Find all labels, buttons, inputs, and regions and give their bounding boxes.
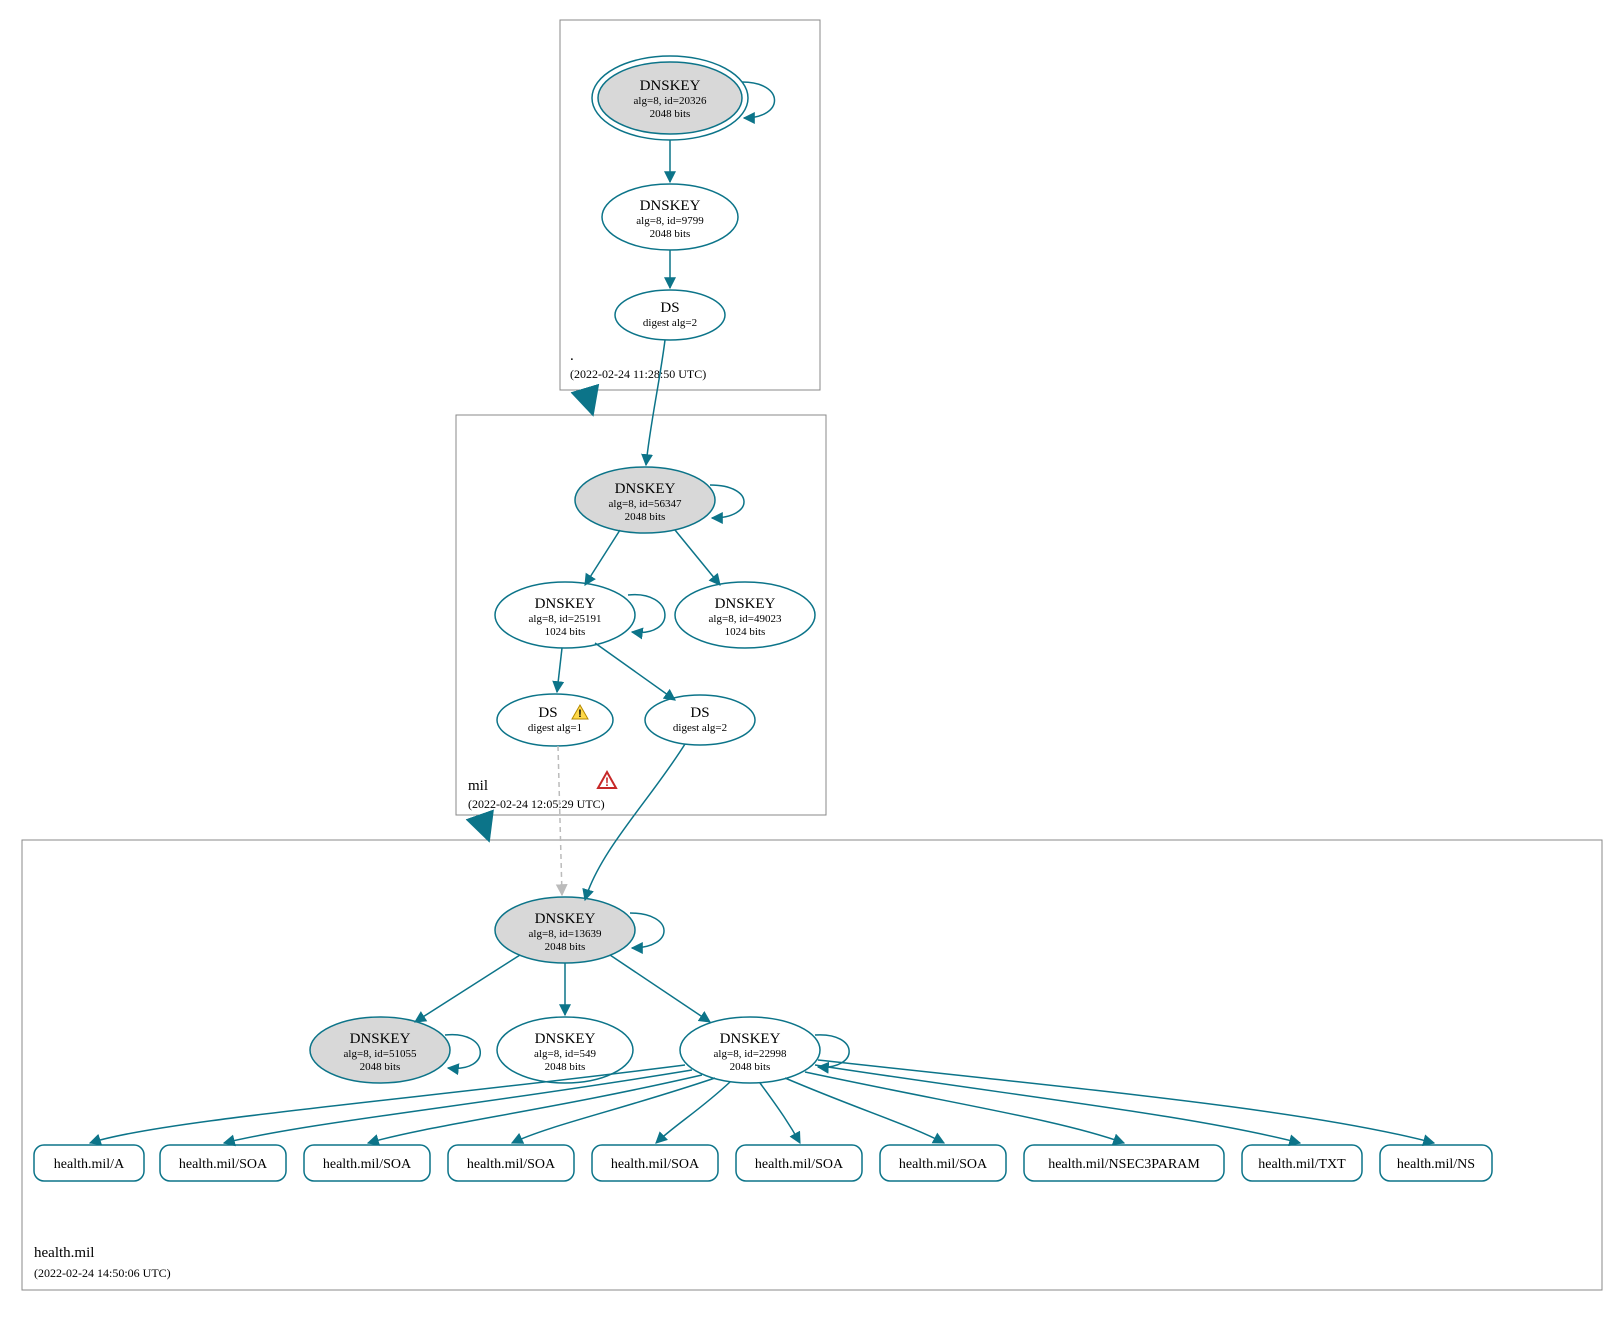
- svg-text:alg=8, id=56347: alg=8, id=56347: [609, 498, 682, 510]
- svg-text:2048 bits: 2048 bits: [730, 1061, 771, 1073]
- svg-text:alg=8, id=13639: alg=8, id=13639: [529, 928, 602, 940]
- node-mil-dnskey-b: DNSKEY alg=8, id=49023 1024 bits: [675, 582, 815, 648]
- rrset-5: health.mil/SOA: [736, 1145, 862, 1181]
- edge-delegation-root-to-mil: [586, 392, 592, 412]
- svg-text:health.mil/SOA: health.mil/SOA: [467, 1157, 556, 1172]
- node-mil-dnskey-a: DNSKEY alg=8, id=25191 1024 bits: [495, 582, 635, 648]
- svg-text:health.mil/SOA: health.mil/SOA: [755, 1157, 844, 1172]
- svg-text:digest alg=2: digest alg=2: [643, 317, 697, 329]
- svg-text:DS: DS: [538, 705, 557, 721]
- svg-text:health.mil/TXT: health.mil/TXT: [1258, 1157, 1346, 1172]
- rrset-2: health.mil/SOA: [304, 1145, 430, 1181]
- svg-text:DNSKEY: DNSKEY: [720, 1031, 781, 1047]
- svg-text:DNSKEY: DNSKEY: [535, 596, 596, 612]
- zone-health-time: (2022-02-24 14:50:06 UTC): [34, 1266, 171, 1280]
- svg-text:DNSKEY: DNSKEY: [535, 911, 596, 927]
- svg-text:1024 bits: 1024 bits: [545, 626, 586, 638]
- rrset-6: health.mil/SOA: [880, 1145, 1006, 1181]
- zone-root-time: (2022-02-24 11:28:50 UTC): [570, 367, 706, 381]
- zone-health-label: health.mil: [34, 1245, 94, 1261]
- svg-text:alg=8, id=51055: alg=8, id=51055: [344, 1048, 417, 1060]
- svg-text:DNSKEY: DNSKEY: [715, 596, 776, 612]
- svg-text:DNSKEY: DNSKEY: [640, 198, 701, 214]
- dnssec-diagram: . (2022-02-24 11:28:50 UTC) DNSKEY alg=8…: [10, 10, 1607, 1313]
- svg-text:DS: DS: [660, 300, 679, 316]
- rrset-4: health.mil/SOA: [592, 1145, 718, 1181]
- svg-text:alg=8, id=22998: alg=8, id=22998: [714, 1048, 787, 1060]
- node-health-dnskey-ksk: DNSKEY alg=8, id=13639 2048 bits: [495, 897, 635, 963]
- svg-text:2048 bits: 2048 bits: [545, 941, 586, 953]
- svg-text:1024 bits: 1024 bits: [725, 626, 766, 638]
- svg-text:2048 bits: 2048 bits: [625, 511, 666, 523]
- svg-text:alg=8, id=9799: alg=8, id=9799: [636, 215, 704, 227]
- svg-text:alg=8, id=49023: alg=8, id=49023: [709, 613, 782, 625]
- svg-text:health.mil/NSEC3PARAM: health.mil/NSEC3PARAM: [1048, 1157, 1200, 1172]
- node-root-dnskey-zsk: DNSKEY alg=8, id=9799 2048 bits: [602, 184, 738, 250]
- zone-root-label: .: [570, 348, 574, 364]
- svg-text:health.mil/SOA: health.mil/SOA: [899, 1157, 988, 1172]
- node-mil-ds-ok: DS digest alg=2: [645, 695, 755, 745]
- svg-text:health.mil/NS: health.mil/NS: [1397, 1157, 1475, 1172]
- node-root-ds: DS digest alg=2: [615, 290, 725, 340]
- node-health-dnskey-c: DNSKEY alg=8, id=22998 2048 bits: [680, 1017, 820, 1083]
- svg-text:2048 bits: 2048 bits: [650, 108, 691, 120]
- svg-text:health.mil/SOA: health.mil/SOA: [611, 1157, 700, 1172]
- rrset-3: health.mil/SOA: [448, 1145, 574, 1181]
- svg-text:digest alg=2: digest alg=2: [673, 722, 727, 734]
- svg-text:health.mil/SOA: health.mil/SOA: [179, 1157, 268, 1172]
- node-health-dnskey-a: DNSKEY alg=8, id=51055 2048 bits: [310, 1017, 450, 1083]
- svg-text:DNSKEY: DNSKEY: [535, 1031, 596, 1047]
- svg-text:DNSKEY: DNSKEY: [615, 481, 676, 497]
- svg-text:DNSKEY: DNSKEY: [350, 1031, 411, 1047]
- svg-text:2048 bits: 2048 bits: [360, 1061, 401, 1073]
- svg-text:2048 bits: 2048 bits: [545, 1061, 586, 1073]
- rrset-7: health.mil/NSEC3PARAM: [1024, 1145, 1224, 1181]
- svg-text:DNSKEY: DNSKEY: [640, 78, 701, 94]
- svg-text:health.mil/A: health.mil/A: [54, 1157, 125, 1172]
- rrset-1: health.mil/SOA: [160, 1145, 286, 1181]
- rrset-0: health.mil/A: [34, 1145, 144, 1181]
- node-health-dnskey-b: DNSKEY alg=8, id=549 2048 bits: [497, 1017, 633, 1083]
- node-root-dnskey-ksk: DNSKEY alg=8, id=20326 2048 bits: [592, 56, 748, 140]
- edge-delegation-mil-to-health: [481, 818, 488, 838]
- zone-mil-time: (2022-02-24 12:05:29 UTC): [468, 797, 605, 811]
- node-mil-dnskey-ksk: DNSKEY alg=8, id=56347 2048 bits: [575, 467, 715, 533]
- svg-text:alg=8, id=20326: alg=8, id=20326: [634, 95, 707, 107]
- svg-text:2048 bits: 2048 bits: [650, 228, 691, 240]
- zone-mil-label: mil: [468, 778, 488, 794]
- svg-text:health.mil/SOA: health.mil/SOA: [323, 1157, 412, 1172]
- svg-text:!: !: [578, 708, 582, 720]
- svg-text:DS: DS: [690, 705, 709, 721]
- svg-text:digest alg=1: digest alg=1: [528, 722, 582, 734]
- svg-text:alg=8, id=549: alg=8, id=549: [534, 1048, 596, 1060]
- rrset-8: health.mil/TXT: [1242, 1145, 1362, 1181]
- node-mil-ds-warn: DS digest alg=1 !: [497, 694, 613, 746]
- error-icon: !: [598, 772, 616, 789]
- svg-text:alg=8, id=25191: alg=8, id=25191: [529, 613, 602, 625]
- svg-text:!: !: [605, 775, 609, 789]
- rrset-9: health.mil/NS: [1380, 1145, 1492, 1181]
